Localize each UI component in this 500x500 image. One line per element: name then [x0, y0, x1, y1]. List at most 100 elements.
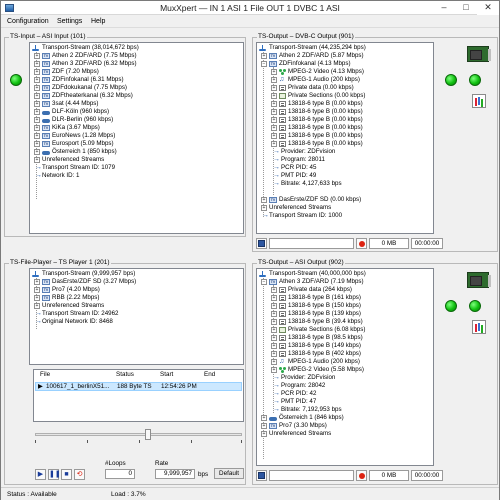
expand-icon[interactable]: +	[261, 423, 267, 429]
menu-settings[interactable]: Settings	[57, 18, 82, 25]
output-file-field[interactable]	[269, 238, 354, 249]
dvbc-tree[interactable]: Transport-Stream (44,235,294 bps) + TV A…	[256, 42, 434, 234]
expand-icon[interactable]: +	[34, 141, 40, 147]
column-header-file[interactable]: File	[40, 370, 50, 380]
save-button[interactable]	[256, 470, 267, 481]
tv-icon: TV	[42, 125, 50, 131]
player-tree[interactable]: Transport-Stream (9,999,957 bps) + TV Da…	[29, 268, 244, 365]
video-icon	[279, 367, 286, 373]
expand-icon[interactable]: +	[271, 303, 277, 309]
file-list[interactable]: File Status Start End ▶ 100617_1_berlinX…	[33, 369, 244, 422]
asi-tree[interactable]: Transport-Stream (40,000,000 bps) − TV A…	[256, 268, 434, 466]
expand-icon[interactable]: +	[271, 311, 277, 317]
radio-icon	[42, 109, 50, 115]
tree-label: Transport-Stream (38,014,672 bps)	[42, 44, 139, 51]
column-header-start[interactable]: Start	[160, 370, 173, 380]
tree-label: ZDFinfokanal (4.13 Mbps)	[279, 60, 351, 67]
tv-icon: TV	[269, 423, 277, 429]
minimize-button[interactable]: –	[433, 1, 455, 15]
expand-icon[interactable]: +	[271, 85, 277, 91]
expand-icon[interactable]: +	[34, 109, 40, 115]
expand-icon[interactable]: +	[271, 77, 277, 83]
dvbc-toolbar: 0 MB 00:00:00	[256, 237, 496, 251]
record-button[interactable]	[356, 238, 367, 249]
arrow-icon: →	[35, 310, 42, 317]
expand-icon[interactable]: +	[271, 367, 277, 373]
stop-button[interactable]: ■	[61, 469, 72, 480]
tree-label: Transport-Stream (44,235,294 bps)	[269, 44, 366, 51]
expand-icon[interactable]: +	[34, 61, 40, 67]
expand-icon[interactable]: +	[271, 141, 277, 147]
expand-icon[interactable]: +	[271, 93, 277, 99]
data-icon	[279, 343, 286, 349]
expand-icon[interactable]: +	[34, 279, 40, 285]
collapse-icon[interactable]: −	[261, 279, 267, 285]
default-button[interactable]: Default	[214, 468, 244, 479]
loop-button[interactable]: ⟲	[74, 469, 85, 480]
tree-label: Athen 3 ZDF/ARD (6.32 Mbps)	[52, 60, 137, 67]
config-icon[interactable]	[472, 320, 486, 334]
close-button[interactable]: ✕	[477, 1, 499, 15]
expand-icon[interactable]: +	[34, 117, 40, 123]
expand-icon[interactable]: +	[271, 125, 277, 131]
expand-icon[interactable]: +	[261, 205, 267, 211]
tv-icon: TV	[42, 101, 50, 107]
position-slider-thumb[interactable]	[145, 429, 151, 440]
collapse-icon[interactable]: −	[261, 61, 267, 67]
expand-icon[interactable]: +	[34, 287, 40, 293]
expand-icon[interactable]: +	[34, 77, 40, 83]
expand-icon[interactable]: +	[271, 101, 277, 107]
expand-icon[interactable]: +	[271, 287, 277, 293]
pause-button[interactable]: ❚❚	[48, 469, 61, 480]
menu-configuration[interactable]: Configuration	[7, 18, 49, 25]
save-button[interactable]	[256, 238, 267, 249]
expand-icon[interactable]: +	[34, 93, 40, 99]
expand-icon[interactable]: +	[271, 359, 277, 365]
position-slider[interactable]	[35, 433, 242, 436]
expand-icon[interactable]: +	[34, 125, 40, 131]
expand-icon[interactable]: +	[261, 415, 267, 421]
arrow-icon: →	[273, 374, 280, 381]
expand-icon[interactable]: +	[271, 295, 277, 301]
expand-icon[interactable]: +	[34, 85, 40, 91]
config-icon[interactable]	[472, 94, 486, 108]
expand-icon[interactable]: +	[271, 343, 277, 349]
expand-icon[interactable]: +	[34, 303, 40, 309]
expand-icon[interactable]: +	[271, 351, 277, 357]
expand-icon[interactable]: +	[261, 431, 267, 437]
rate-input[interactable]: 9,999,957	[155, 469, 195, 479]
expand-icon[interactable]: +	[261, 53, 267, 59]
record-button[interactable]	[356, 470, 367, 481]
expand-icon[interactable]: +	[271, 69, 277, 75]
data-icon	[279, 319, 286, 325]
tree-label: PCR PID: 42	[281, 390, 317, 397]
input-tree[interactable]: Transport-Stream (38,014,672 bps) + TV A…	[29, 42, 244, 234]
expand-icon[interactable]: +	[34, 149, 40, 155]
expand-icon[interactable]: +	[271, 109, 277, 115]
slider-tick	[35, 440, 36, 443]
data-icon	[279, 303, 286, 309]
expand-icon[interactable]: +	[34, 295, 40, 301]
expand-icon[interactable]: +	[34, 69, 40, 75]
menu-help[interactable]: Help	[91, 18, 105, 25]
output-file-field[interactable]	[269, 470, 354, 481]
tree-label: 13818-6 type B (0.00 kbps)	[288, 100, 363, 107]
column-header-end[interactable]: End	[204, 370, 215, 380]
expand-icon[interactable]: +	[271, 133, 277, 139]
tree-label: Unreferenced Streams	[269, 204, 332, 211]
table-row[interactable]: ▶ 100617_1_berlinX51... 188 Byte TS 12:5…	[35, 382, 242, 391]
expand-icon[interactable]: +	[271, 319, 277, 325]
expand-icon[interactable]: +	[34, 53, 40, 59]
expand-icon[interactable]: +	[34, 157, 40, 163]
maximize-button[interactable]: □	[455, 1, 477, 15]
expand-icon[interactable]: +	[271, 327, 277, 333]
expand-icon[interactable]: +	[34, 101, 40, 107]
expand-icon[interactable]: +	[271, 335, 277, 341]
play-button[interactable]: ▶	[35, 469, 46, 480]
expand-icon[interactable]: +	[34, 133, 40, 139]
expand-icon[interactable]: +	[271, 117, 277, 123]
column-header-status[interactable]: Status	[116, 370, 134, 380]
network-icon	[259, 271, 266, 277]
expand-icon[interactable]: +	[261, 197, 267, 203]
loops-input[interactable]: 0	[105, 469, 135, 479]
